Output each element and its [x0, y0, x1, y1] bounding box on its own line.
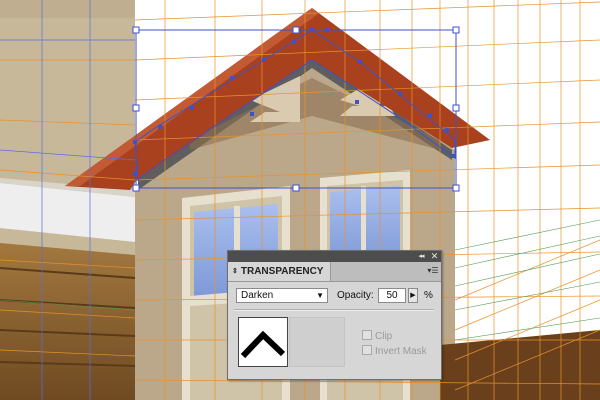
opacity-mask-slot[interactable]	[289, 317, 345, 367]
collapse-panel-icon[interactable]: ◂◂	[415, 251, 427, 262]
clip-checkbox[interactable]	[362, 330, 372, 340]
panel-title-bar[interactable]: ◂◂ ✕	[228, 251, 441, 262]
clip-label: Clip	[375, 331, 393, 342]
close-panel-icon[interactable]: ✕	[429, 251, 440, 262]
clip-option: Clip	[362, 330, 392, 343]
chevron-down-icon[interactable]: ▼	[316, 289, 324, 302]
blend-mode-dropdown[interactable]: Darken ▼	[236, 288, 328, 303]
panel-divider	[234, 309, 434, 311]
tab-expand-arrows-icon[interactable]: ⇕	[232, 268, 238, 275]
transparency-panel[interactable]: ◂◂ ✕ ⇕ TRANSPARENCY ▾☰ Darken ▼ Opacity: …	[227, 250, 442, 380]
blend-mode-value: Darken	[241, 290, 274, 301]
object-thumbnail[interactable]	[238, 317, 288, 367]
opacity-field[interactable]: 50	[378, 288, 406, 303]
panel-menu-icon[interactable]: ▾☰	[427, 265, 439, 277]
opacity-slider-arrow-icon[interactable]: ▶	[408, 288, 418, 303]
invert-mask-label: Invert Mask	[375, 346, 427, 357]
tab-transparency-label: TRANSPARENCY	[240, 266, 324, 277]
opacity-percent-sign: %	[424, 290, 433, 301]
opacity-label: Opacity:	[337, 290, 374, 301]
panel-tab-strip: ⇕ TRANSPARENCY ▾☰	[228, 262, 441, 282]
canvas-stage[interactable]: ◂◂ ✕ ⇕ TRANSPARENCY ▾☰ Darken ▼ Opacity: …	[0, 0, 600, 400]
invert-mask-option: Invert Mask	[362, 345, 427, 358]
left-wall-top	[0, 0, 135, 18]
chevron-shape-icon	[240, 330, 286, 359]
tab-transparency[interactable]: ⇕ TRANSPARENCY	[228, 262, 331, 281]
invert-mask-checkbox[interactable]	[362, 345, 372, 355]
